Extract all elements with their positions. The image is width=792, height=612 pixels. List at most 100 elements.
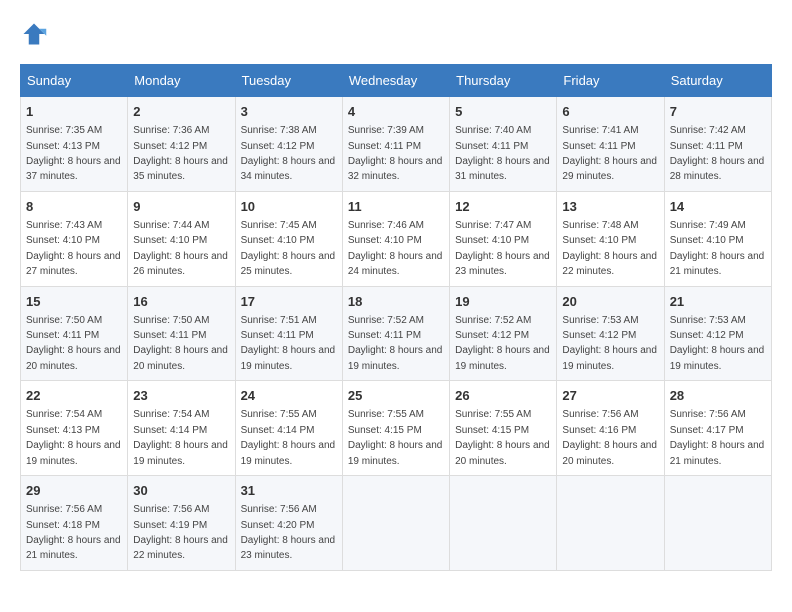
day-daylight: Daylight: 8 hours and 28 minutes. (670, 156, 765, 182)
day-daylight: Daylight: 8 hours and 32 minutes. (348, 156, 443, 182)
day-sunrise: Sunrise: 7:35 AM (26, 125, 102, 136)
day-number: 19 (455, 293, 551, 311)
day-daylight: Daylight: 8 hours and 23 minutes. (241, 535, 336, 561)
day-number: 22 (26, 387, 122, 405)
day-daylight: Daylight: 8 hours and 21 minutes. (670, 440, 765, 466)
day-sunrise: Sunrise: 7:55 AM (455, 409, 531, 420)
day-daylight: Daylight: 8 hours and 35 minutes. (133, 156, 228, 182)
day-daylight: Daylight: 8 hours and 25 minutes. (241, 251, 336, 277)
day-daylight: Daylight: 8 hours and 24 minutes. (348, 251, 443, 277)
day-sunset: Sunset: 4:12 PM (455, 330, 529, 341)
day-sunset: Sunset: 4:10 PM (348, 235, 422, 246)
day-daylight: Daylight: 8 hours and 29 minutes. (562, 156, 657, 182)
calendar-day-cell: 4 Sunrise: 7:39 AM Sunset: 4:11 PM Dayli… (342, 97, 449, 192)
day-number: 23 (133, 387, 229, 405)
day-sunset: Sunset: 4:10 PM (26, 235, 100, 246)
day-number: 25 (348, 387, 444, 405)
day-daylight: Daylight: 8 hours and 19 minutes. (455, 345, 550, 371)
calendar-day-cell: 26 Sunrise: 7:55 AM Sunset: 4:15 PM Dayl… (450, 381, 557, 476)
day-sunset: Sunset: 4:12 PM (562, 330, 636, 341)
day-number: 4 (348, 103, 444, 121)
day-sunrise: Sunrise: 7:43 AM (26, 220, 102, 231)
day-number: 15 (26, 293, 122, 311)
day-sunset: Sunset: 4:12 PM (241, 141, 315, 152)
day-daylight: Daylight: 8 hours and 19 minutes. (670, 345, 765, 371)
empty-cell (342, 476, 449, 571)
page-header (20, 20, 772, 48)
calendar-day-cell: 30 Sunrise: 7:56 AM Sunset: 4:19 PM Dayl… (128, 476, 235, 571)
day-daylight: Daylight: 8 hours and 19 minutes. (133, 440, 228, 466)
day-number: 21 (670, 293, 766, 311)
day-daylight: Daylight: 8 hours and 20 minutes. (455, 440, 550, 466)
day-daylight: Daylight: 8 hours and 21 minutes. (670, 251, 765, 277)
day-daylight: Daylight: 8 hours and 22 minutes. (562, 251, 657, 277)
day-sunrise: Sunrise: 7:40 AM (455, 125, 531, 136)
day-sunrise: Sunrise: 7:48 AM (562, 220, 638, 231)
day-daylight: Daylight: 8 hours and 19 minutes. (348, 440, 443, 466)
weekday-header-sunday: Sunday (21, 65, 128, 97)
calendar-day-cell: 31 Sunrise: 7:56 AM Sunset: 4:20 PM Dayl… (235, 476, 342, 571)
day-sunrise: Sunrise: 7:53 AM (562, 315, 638, 326)
calendar-day-cell: 15 Sunrise: 7:50 AM Sunset: 4:11 PM Dayl… (21, 286, 128, 381)
day-number: 16 (133, 293, 229, 311)
calendar-week-row: 1 Sunrise: 7:35 AM Sunset: 4:13 PM Dayli… (21, 97, 772, 192)
calendar-day-cell: 27 Sunrise: 7:56 AM Sunset: 4:16 PM Dayl… (557, 381, 664, 476)
calendar-day-cell: 13 Sunrise: 7:48 AM Sunset: 4:10 PM Dayl… (557, 191, 664, 286)
day-sunrise: Sunrise: 7:51 AM (241, 315, 317, 326)
day-sunrise: Sunrise: 7:50 AM (133, 315, 209, 326)
calendar-day-cell: 21 Sunrise: 7:53 AM Sunset: 4:12 PM Dayl… (664, 286, 771, 381)
day-sunrise: Sunrise: 7:52 AM (455, 315, 531, 326)
day-number: 30 (133, 482, 229, 500)
day-sunrise: Sunrise: 7:45 AM (241, 220, 317, 231)
day-daylight: Daylight: 8 hours and 19 minutes. (241, 345, 336, 371)
calendar-day-cell: 24 Sunrise: 7:55 AM Sunset: 4:14 PM Dayl… (235, 381, 342, 476)
day-sunset: Sunset: 4:11 PM (670, 141, 743, 152)
day-sunrise: Sunrise: 7:44 AM (133, 220, 209, 231)
day-sunrise: Sunrise: 7:39 AM (348, 125, 424, 136)
day-number: 6 (562, 103, 658, 121)
day-sunrise: Sunrise: 7:55 AM (241, 409, 317, 420)
day-sunset: Sunset: 4:11 PM (455, 141, 528, 152)
day-number: 5 (455, 103, 551, 121)
day-sunset: Sunset: 4:15 PM (455, 425, 529, 436)
day-sunset: Sunset: 4:10 PM (562, 235, 636, 246)
calendar-day-cell: 29 Sunrise: 7:56 AM Sunset: 4:18 PM Dayl… (21, 476, 128, 571)
empty-cell (450, 476, 557, 571)
day-sunset: Sunset: 4:11 PM (562, 141, 635, 152)
day-number: 28 (670, 387, 766, 405)
empty-cell (557, 476, 664, 571)
day-sunset: Sunset: 4:13 PM (26, 141, 100, 152)
day-daylight: Daylight: 8 hours and 34 minutes. (241, 156, 336, 182)
weekday-header-friday: Friday (557, 65, 664, 97)
day-daylight: Daylight: 8 hours and 20 minutes. (133, 345, 228, 371)
day-number: 14 (670, 198, 766, 216)
calendar-day-cell: 16 Sunrise: 7:50 AM Sunset: 4:11 PM Dayl… (128, 286, 235, 381)
calendar-day-cell: 25 Sunrise: 7:55 AM Sunset: 4:15 PM Dayl… (342, 381, 449, 476)
day-daylight: Daylight: 8 hours and 21 minutes. (26, 535, 121, 561)
day-number: 24 (241, 387, 337, 405)
day-daylight: Daylight: 8 hours and 22 minutes. (133, 535, 228, 561)
day-sunset: Sunset: 4:12 PM (670, 330, 744, 341)
day-sunset: Sunset: 4:11 PM (348, 330, 421, 341)
calendar-week-row: 29 Sunrise: 7:56 AM Sunset: 4:18 PM Dayl… (21, 476, 772, 571)
day-sunset: Sunset: 4:10 PM (133, 235, 207, 246)
day-sunrise: Sunrise: 7:50 AM (26, 315, 102, 326)
day-number: 3 (241, 103, 337, 121)
day-number: 29 (26, 482, 122, 500)
day-daylight: Daylight: 8 hours and 20 minutes. (26, 345, 121, 371)
weekday-header-row: SundayMondayTuesdayWednesdayThursdayFrid… (21, 65, 772, 97)
calendar-day-cell: 3 Sunrise: 7:38 AM Sunset: 4:12 PM Dayli… (235, 97, 342, 192)
calendar-day-cell: 12 Sunrise: 7:47 AM Sunset: 4:10 PM Dayl… (450, 191, 557, 286)
day-number: 7 (670, 103, 766, 121)
day-number: 27 (562, 387, 658, 405)
day-number: 8 (26, 198, 122, 216)
calendar-day-cell: 17 Sunrise: 7:51 AM Sunset: 4:11 PM Dayl… (235, 286, 342, 381)
day-daylight: Daylight: 8 hours and 19 minutes. (26, 440, 121, 466)
day-sunset: Sunset: 4:14 PM (133, 425, 207, 436)
calendar-week-row: 15 Sunrise: 7:50 AM Sunset: 4:11 PM Dayl… (21, 286, 772, 381)
day-sunset: Sunset: 4:11 PM (241, 330, 314, 341)
day-sunset: Sunset: 4:15 PM (348, 425, 422, 436)
day-sunset: Sunset: 4:10 PM (455, 235, 529, 246)
calendar-table: SundayMondayTuesdayWednesdayThursdayFrid… (20, 64, 772, 571)
day-daylight: Daylight: 8 hours and 19 minutes. (348, 345, 443, 371)
